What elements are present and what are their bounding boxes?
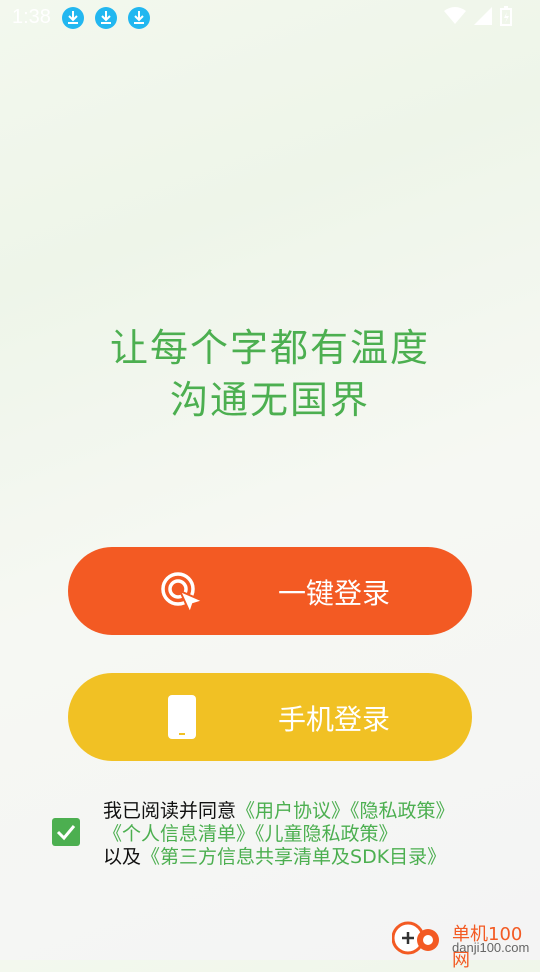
- download-icon: [95, 7, 117, 29]
- agreement-prefix: 我已阅读并同意: [103, 800, 237, 822]
- checkmark-icon: [56, 825, 76, 841]
- watermark-url: danji100.com: [452, 940, 530, 955]
- tap-cursor-icon: [160, 569, 206, 619]
- status-icons: [444, 6, 512, 26]
- agreement-and: 以及: [103, 846, 142, 868]
- agreement-checkbox[interactable]: [52, 818, 80, 846]
- third-party-sdk-list-link[interactable]: 《第三方信息共享清单及SDK目录》: [141, 846, 446, 868]
- status-bar: 1:38: [0, 0, 540, 36]
- personal-info-list-link[interactable]: 《个人信息清单》: [103, 823, 255, 845]
- download-icon: [128, 7, 150, 29]
- phone-login-button[interactable]: 手机登录: [68, 673, 472, 761]
- watermark-logo-icon: [392, 921, 439, 955]
- slogan: 让每个字都有温度 沟通无国界: [0, 322, 540, 426]
- one-key-login-button[interactable]: 一键登录: [68, 547, 472, 635]
- slogan-line-2: 沟通无国界: [169, 378, 370, 422]
- download-icon: [62, 7, 84, 29]
- one-key-login-label: 一键登录: [278, 577, 391, 610]
- watermark: 单机100网 danji100.com: [388, 918, 538, 971]
- child-privacy-policy-link[interactable]: 《儿童隐私政策》: [255, 823, 398, 845]
- phone-icon: [160, 695, 206, 745]
- battery-icon: [500, 6, 512, 26]
- status-time: 1:38: [12, 6, 51, 28]
- agreement-text: 我已阅读并同意《用户协议》《隐私政策》 《个人信息清单》《儿童隐私政策》 以及《…: [103, 800, 455, 869]
- phone-login-label: 手机登录: [278, 703, 391, 736]
- user-agreement-link[interactable]: 《用户协议》: [236, 800, 350, 822]
- wifi-icon: [444, 7, 466, 24]
- privacy-policy-link[interactable]: 《隐私政策》: [350, 800, 455, 822]
- slogan-line-1: 让每个字都有温度: [109, 326, 430, 370]
- signal-icon: [474, 7, 492, 25]
